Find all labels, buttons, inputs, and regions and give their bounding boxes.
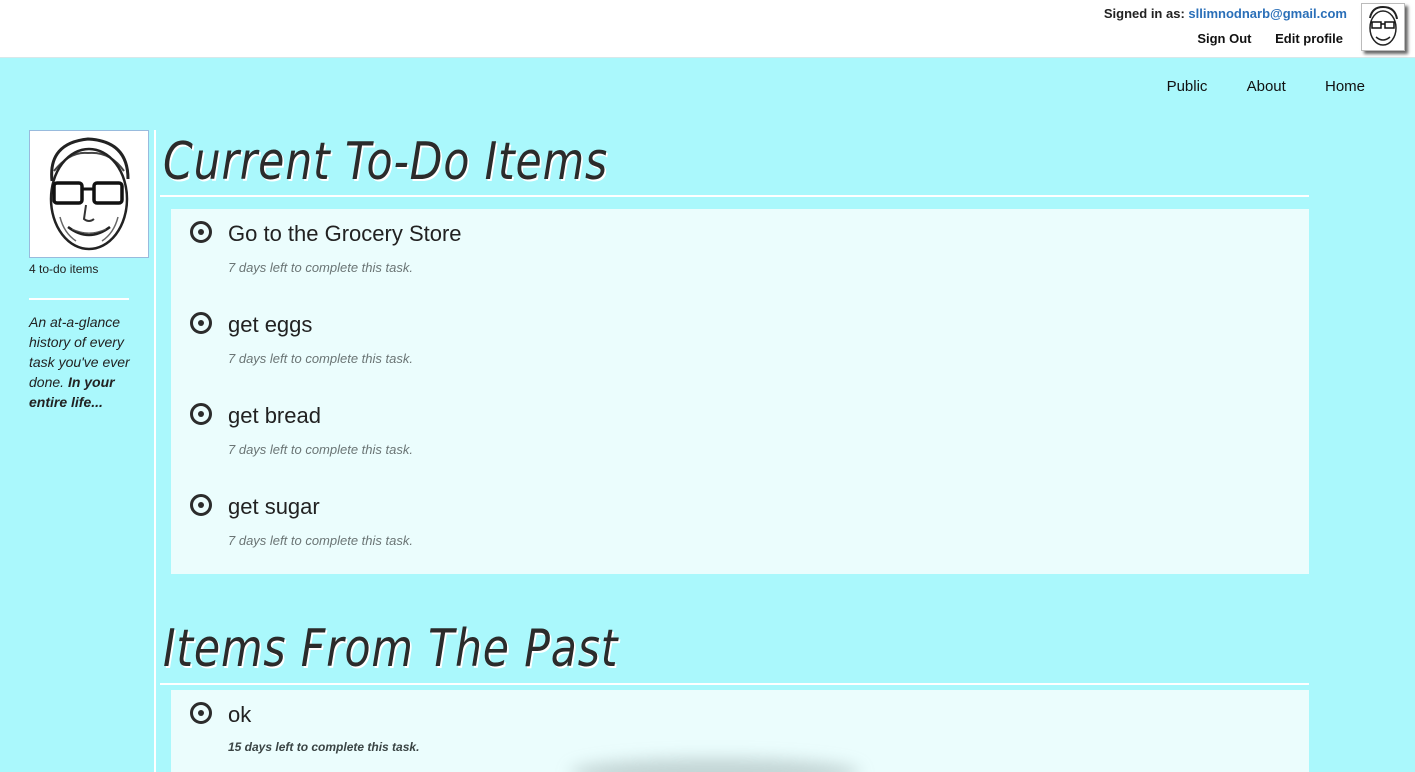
list-item: get eggs 7 days left to complete this ta… bbox=[171, 300, 1309, 391]
profile-avatar bbox=[29, 130, 149, 258]
tagline: An at-a-glance history of every task you… bbox=[29, 312, 151, 412]
item-name: get bread bbox=[228, 403, 321, 428]
complete-radio-icon[interactable] bbox=[190, 403, 212, 425]
edit-profile-link[interactable]: Edit profile bbox=[1275, 31, 1343, 46]
main-nav: Public About Home bbox=[1132, 78, 1365, 95]
top-bar: Signed in as: sllimnodnarb@gmail.com Sig… bbox=[0, 0, 1415, 58]
complete-radio-icon[interactable] bbox=[190, 312, 212, 334]
item-name: get eggs bbox=[228, 312, 313, 337]
sign-out-link[interactable]: Sign Out bbox=[1197, 31, 1251, 46]
current-section-title: Current To-Do Items bbox=[163, 132, 608, 192]
list-item: get bread 7 days left to complete this t… bbox=[171, 391, 1309, 482]
todo-count: 4 to-do items bbox=[29, 262, 99, 276]
list-item: get sugar 7 days left to complete this t… bbox=[171, 482, 1309, 573]
avatar-sketch-icon bbox=[1369, 5, 1398, 46]
item-due: 7 days left to complete this task. bbox=[228, 442, 413, 457]
item-due: 7 days left to complete this task. bbox=[228, 533, 413, 548]
sidebar-rule bbox=[154, 130, 156, 772]
complete-radio-icon[interactable] bbox=[190, 221, 212, 243]
signed-in-status: Signed in as: sllimnodnarb@gmail.com bbox=[1104, 6, 1347, 21]
signed-in-label: Signed in as: bbox=[1103, 6, 1185, 21]
account-links: Sign Out Edit profile bbox=[1177, 31, 1343, 46]
nav-about[interactable]: About bbox=[1247, 78, 1286, 95]
past-section-title: Items From The Past bbox=[163, 619, 619, 679]
nav-public[interactable]: Public bbox=[1167, 78, 1208, 95]
item-name: get sugar bbox=[228, 494, 320, 519]
account-email-link[interactable]: sllimnodnarb@gmail.com bbox=[1188, 6, 1347, 21]
item-name: ok bbox=[228, 702, 252, 727]
sidebar-divider bbox=[29, 298, 129, 300]
item-due: 7 days left to complete this task. bbox=[228, 260, 413, 275]
sidebar: 4 to-do items An at-a-glance history of … bbox=[29, 130, 151, 412]
list-item: Go to the Grocery Store 7 days left to c… bbox=[171, 209, 1309, 300]
current-title-rule bbox=[160, 195, 1309, 197]
item-name: Go to the Grocery Store bbox=[228, 221, 462, 246]
user-avatar-small[interactable] bbox=[1361, 3, 1405, 51]
item-due: 7 days left to complete this task. bbox=[228, 351, 413, 366]
current-items-panel: Go to the Grocery Store 7 days left to c… bbox=[171, 209, 1309, 574]
nav-home[interactable]: Home bbox=[1325, 78, 1365, 95]
complete-radio-icon[interactable] bbox=[190, 494, 212, 516]
past-title-rule bbox=[160, 683, 1309, 685]
complete-radio-icon[interactable] bbox=[190, 702, 212, 724]
profile-sketch-icon bbox=[49, 137, 130, 251]
item-due: 15 days left to complete this task. bbox=[228, 740, 420, 754]
